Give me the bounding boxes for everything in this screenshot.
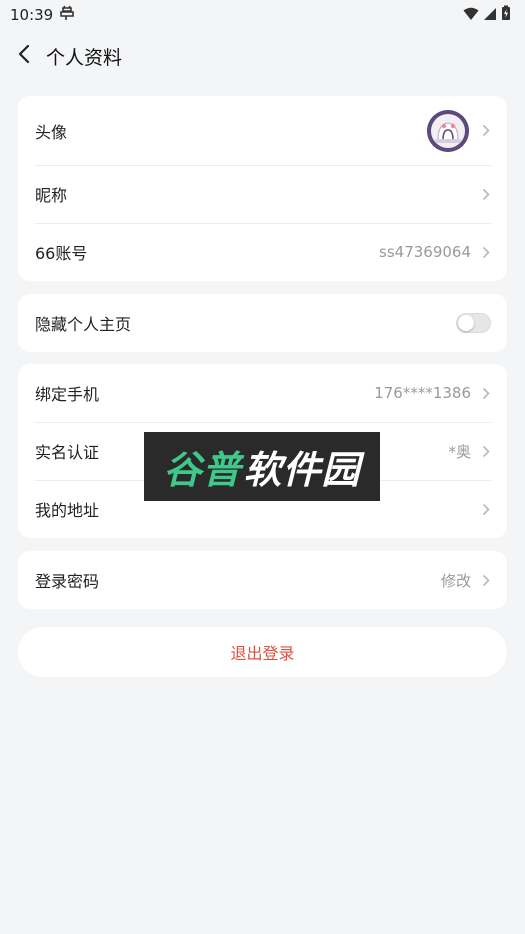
nickname-label: 昵称: [35, 186, 68, 205]
watermark-text-green: 谷普: [163, 448, 242, 492]
status-time: 10:39: [10, 6, 54, 24]
back-button[interactable]: [0, 36, 46, 76]
battery-icon: [501, 5, 511, 25]
hide-homepage-label: 隐藏个人主页: [35, 315, 132, 334]
wifi-icon: [463, 6, 479, 25]
watermark-logo: 谷普 软件园: [144, 432, 380, 501]
hide-homepage-toggle[interactable]: [456, 313, 491, 333]
avatar: [427, 109, 469, 152]
phone-value: 176****1386: [374, 384, 471, 402]
notification-icon: [59, 5, 75, 25]
phone-label: 绑定手机: [35, 385, 100, 404]
header: 个人资料: [0, 36, 525, 76]
hide-homepage-row: 隐藏个人主页: [18, 294, 507, 352]
security-card: 登录密码 修改: [18, 551, 507, 609]
account-value: ss47369064: [379, 243, 471, 261]
account-label: 66账号: [35, 244, 88, 263]
password-row[interactable]: 登录密码 修改: [18, 551, 507, 609]
privacy-card: 隐藏个人主页: [18, 294, 507, 352]
chevron-right-icon: [481, 573, 491, 587]
nickname-row[interactable]: 昵称: [18, 165, 507, 223]
profile-card: 头像 昵称 66账号 ss47369064: [18, 96, 507, 281]
back-arrow-icon: [18, 44, 30, 68]
password-label: 登录密码: [35, 572, 100, 591]
chevron-right-icon: [481, 386, 491, 400]
chevron-right-icon: [481, 502, 491, 516]
avatar-row[interactable]: 头像: [18, 96, 507, 165]
phone-row[interactable]: 绑定手机 176****1386: [18, 364, 507, 422]
chevron-right-icon: [481, 245, 491, 259]
password-value: 修改: [440, 571, 471, 590]
realname-value: *奥: [448, 442, 471, 461]
status-bar: 10:39: [0, 0, 525, 30]
watermark-text-white: 软件园: [243, 448, 361, 492]
logout-button[interactable]: 退出登录: [18, 627, 507, 677]
chevron-right-icon: [481, 187, 491, 201]
logout-label: 退出登录: [230, 644, 295, 663]
avatar-label: 头像: [35, 122, 68, 142]
account-row[interactable]: 66账号 ss47369064: [18, 223, 507, 281]
status-left: 10:39: [10, 5, 75, 25]
page-title: 个人资料: [46, 46, 123, 69]
toggle-knob: [458, 315, 474, 331]
chevron-right-icon: [481, 124, 491, 138]
chevron-right-icon: [481, 444, 491, 458]
status-right: [463, 5, 511, 25]
signal-icon: [483, 6, 497, 25]
